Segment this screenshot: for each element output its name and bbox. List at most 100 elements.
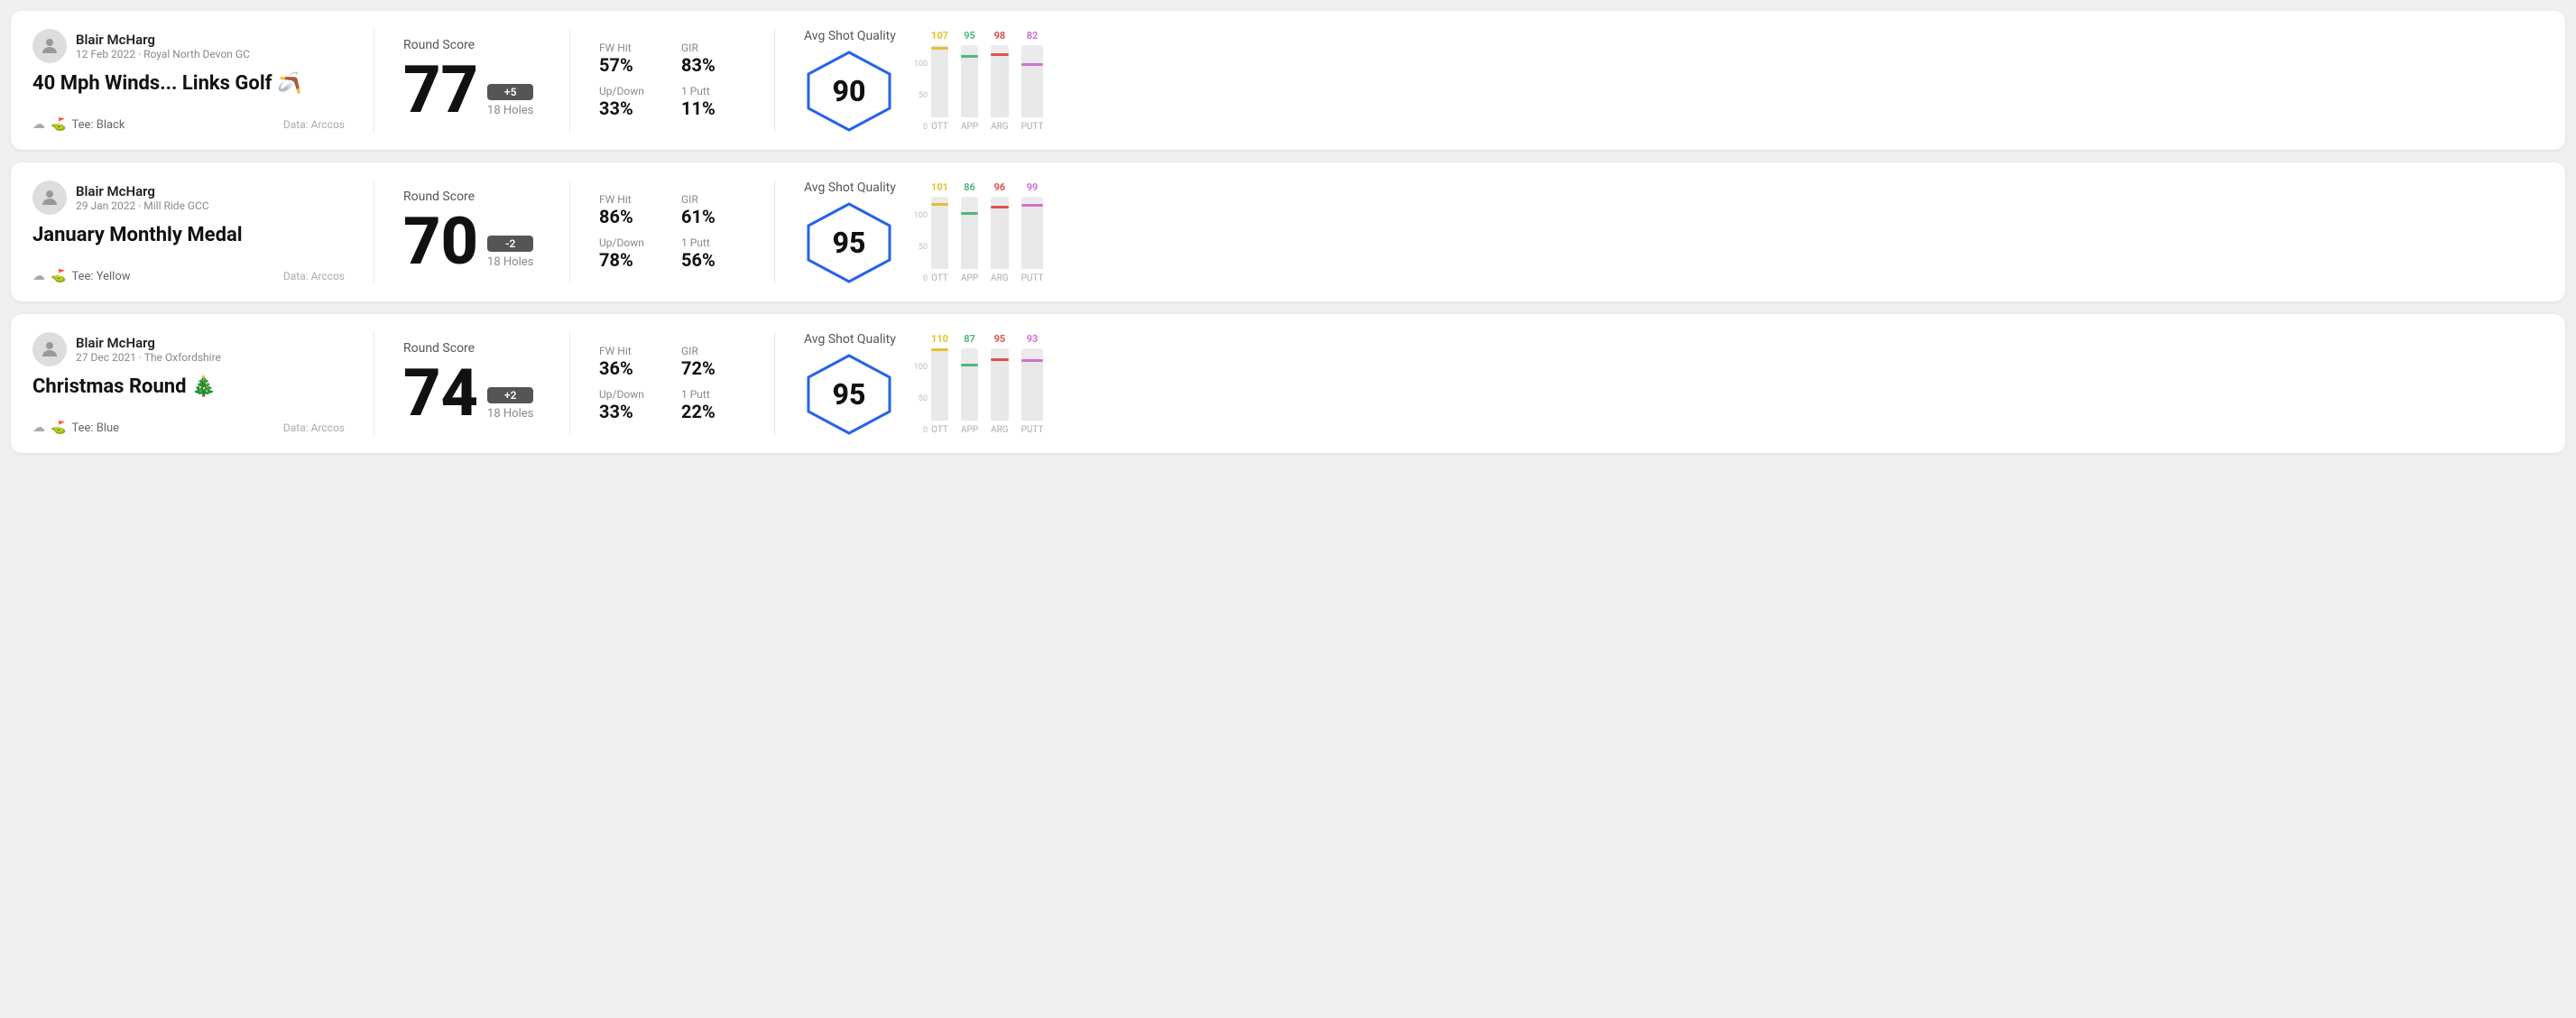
user-meta: 12 Feb 2022 · Royal North Devon GC <box>76 48 250 60</box>
stats-section: FW Hit 57% GIR 83% Up/Down 33% 1 Putt 11… <box>577 29 767 132</box>
card-left: Blair McHarg 12 Feb 2022 · Royal North D… <box>32 29 366 132</box>
bar-fill <box>1021 359 1044 421</box>
tee-info: ☁ ⛳ Tee: Black <box>32 117 125 132</box>
quality-left: Avg Shot Quality 95 <box>804 332 896 435</box>
stat-fw-hit-value: 36% <box>599 357 663 379</box>
user-info: Blair McHarg 12 Feb 2022 · Royal North D… <box>76 32 250 60</box>
stat-fw-hit: FW Hit 36% <box>599 345 663 379</box>
bar-wrapper <box>991 45 1009 117</box>
bar-line <box>1021 204 1044 207</box>
stat-updown-value: 33% <box>599 97 663 119</box>
weather-icon: ☁ <box>32 117 45 132</box>
bar-column-app: 95 APP <box>961 30 978 132</box>
bar-column-ott: 101 OTT <box>931 181 948 283</box>
bar-fill <box>931 348 948 421</box>
round-title: 40 Mph Winds... Links Golf 🪃 <box>32 72 345 95</box>
bars-group: 110 OTT 87 APP 95 <box>931 333 1043 435</box>
stat-gir: GIR 72% <box>681 345 745 379</box>
bar-line <box>991 53 1009 56</box>
round-title: Christmas Round 🎄 <box>32 375 345 398</box>
bar-line <box>931 203 948 206</box>
user-meta: 27 Dec 2021 · The Oxfordshire <box>76 351 221 364</box>
bar-value-label: 82 <box>1027 30 1039 42</box>
user-info: Blair McHarg 29 Jan 2022 · Mill Ride GCC <box>76 183 209 212</box>
bar-column-putt: 93 PUTT <box>1021 333 1044 435</box>
stat-updown-label: Up/Down <box>599 388 663 401</box>
bar-column-arg: 98 ARG <box>991 30 1009 132</box>
quality-section: Avg Shot Quality 95 100 50 0 101 <box>782 180 1161 283</box>
stat-updown-label: Up/Down <box>599 85 663 97</box>
stat-one-putt-label: 1 Putt <box>681 236 745 249</box>
bar-line <box>961 364 978 366</box>
bar-column-app: 86 APP <box>961 181 978 283</box>
avatar <box>32 29 67 63</box>
bar-fill <box>961 364 978 421</box>
bar-wrapper <box>931 197 948 269</box>
stat-gir: GIR 83% <box>681 42 745 76</box>
bar-column-putt: 82 PUTT <box>1021 30 1044 132</box>
bar-x-label: APP <box>961 122 978 132</box>
bar-x-label: ARG <box>991 273 1009 283</box>
bar-x-label: PUTT <box>1021 425 1044 435</box>
score-label: Round Score <box>403 190 540 204</box>
score-row: 70 -2 18 Holes <box>403 209 540 274</box>
bar-fill <box>1021 63 1044 117</box>
score-section: Round Score 77 +5 18 Holes <box>382 29 562 132</box>
stat-gir-value: 83% <box>681 54 745 76</box>
score-label: Round Score <box>403 38 540 52</box>
stat-fw-hit: FW Hit 86% <box>599 193 663 227</box>
bar-value-label: 93 <box>1027 333 1039 345</box>
stat-updown: Up/Down 33% <box>599 85 663 119</box>
bar-fill <box>991 358 1009 421</box>
stats-grid: FW Hit 86% GIR 61% Up/Down 78% 1 Putt 56… <box>599 193 745 271</box>
bar-x-label: ARG <box>991 122 1009 132</box>
bar-column-ott: 110 OTT <box>931 333 948 435</box>
holes-text: 18 Holes <box>487 255 533 269</box>
stat-one-putt-value: 22% <box>681 401 745 422</box>
quality-section: Avg Shot Quality 95 100 50 0 110 <box>782 332 1161 435</box>
card-left: Blair McHarg 29 Jan 2022 · Mill Ride GCC… <box>32 180 366 283</box>
bar-wrapper <box>931 45 948 117</box>
score-diff-badge: +2 <box>487 387 533 403</box>
bar-line <box>991 358 1009 361</box>
quality-label: Avg Shot Quality <box>804 180 896 195</box>
divider-3 <box>774 29 775 132</box>
quality-label: Avg Shot Quality <box>804 29 896 43</box>
stat-gir-value: 72% <box>681 357 745 379</box>
bar-fill <box>961 55 978 117</box>
bar-fill <box>961 212 978 269</box>
bars-group: 101 OTT 86 APP 96 <box>931 181 1043 283</box>
data-source: Data: Arccos <box>283 118 345 131</box>
bar-line <box>961 212 978 215</box>
stat-fw-hit-label: FW Hit <box>599 193 663 206</box>
bar-x-label: OTT <box>931 425 948 435</box>
score-row: 74 +2 18 Holes <box>403 361 540 426</box>
bar-fill <box>991 206 1009 269</box>
divider-3 <box>774 180 775 283</box>
bar-value-label: 96 <box>994 181 1006 193</box>
stat-one-putt: 1 Putt 11% <box>681 85 745 119</box>
bar-fill <box>1021 204 1044 269</box>
avatar <box>32 332 67 366</box>
bar-fill <box>991 53 1009 117</box>
hexagon-container: 90 <box>804 51 894 132</box>
bar-chart: 100 50 0 101 OTT 86 <box>914 181 1140 283</box>
bar-value-label: 107 <box>931 30 948 42</box>
bar-column-arg: 95 ARG <box>991 333 1009 435</box>
hexagon-container: 95 <box>804 354 894 435</box>
stat-updown-value: 78% <box>599 249 663 271</box>
bar-column-ott: 107 OTT <box>931 30 948 132</box>
card-footer: ☁ ⛳ Tee: Yellow Data: Arccos <box>32 269 345 283</box>
stat-one-putt-label: 1 Putt <box>681 388 745 401</box>
data-source: Data: Arccos <box>283 421 345 434</box>
bar-wrapper <box>991 197 1009 269</box>
bar-wrapper <box>1021 45 1044 117</box>
bar-value-label: 110 <box>931 333 948 345</box>
bar-wrapper <box>961 45 978 117</box>
tee-info: ☁ ⛳ Tee: Yellow <box>32 269 131 283</box>
golf-bag-icon: ⛳ <box>51 421 66 435</box>
stats-section: FW Hit 86% GIR 61% Up/Down 78% 1 Putt 56… <box>577 180 767 283</box>
bar-column-app: 87 APP <box>961 333 978 435</box>
hexagon-score: 90 <box>833 74 866 108</box>
card-footer: ☁ ⛳ Tee: Black Data: Arccos <box>32 117 345 132</box>
